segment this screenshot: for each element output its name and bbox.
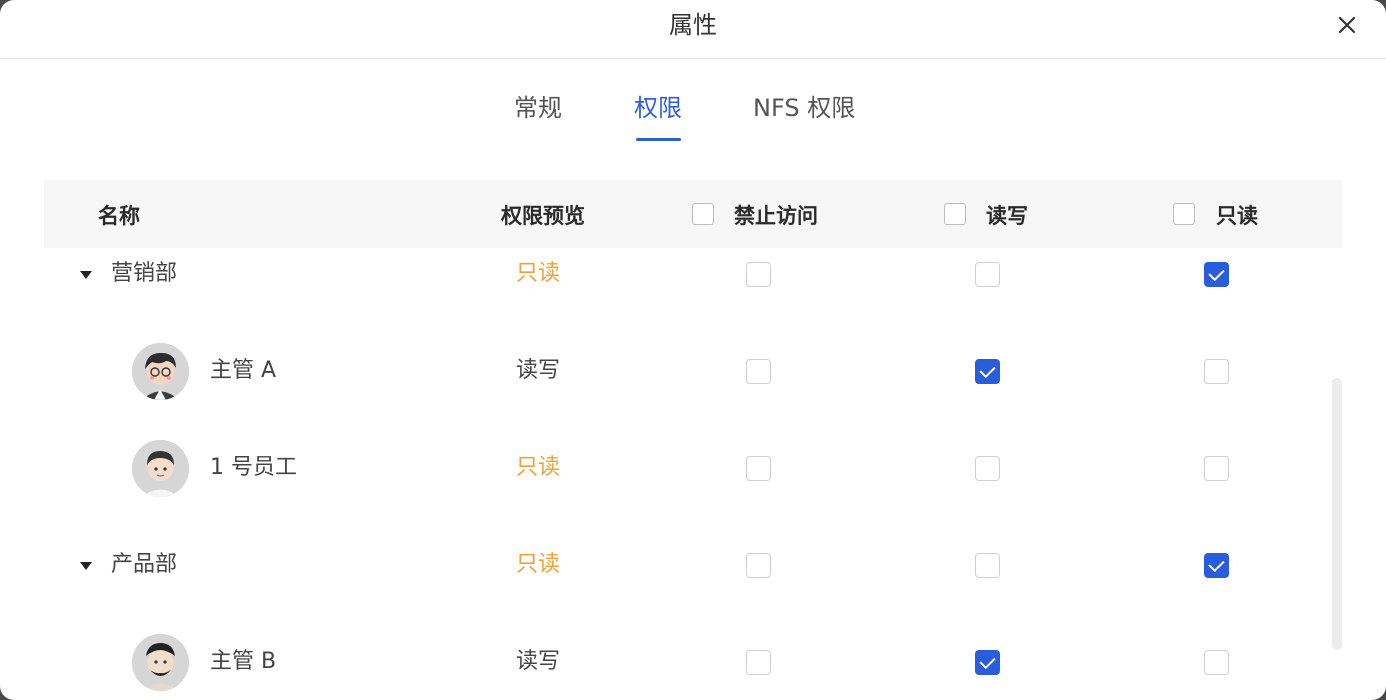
active-tab-indicator bbox=[636, 138, 681, 141]
table-row: 营销部 只读 bbox=[0, 244, 1330, 304]
readwrite-checkbox[interactable] bbox=[975, 553, 1000, 578]
table-row: 产品部 只读 bbox=[0, 535, 1330, 595]
group-name: 产品部 bbox=[111, 552, 178, 577]
permission-preview: 只读 bbox=[516, 261, 561, 286]
deny-checkbox[interactable] bbox=[746, 553, 771, 578]
header-preview: 权限预览 bbox=[501, 204, 585, 228]
tab-permissions[interactable]: 权限 bbox=[634, 92, 682, 124]
expand-caret-icon[interactable] bbox=[80, 271, 92, 279]
readwrite-checkbox[interactable] bbox=[975, 650, 1000, 675]
permission-preview: 读写 bbox=[516, 649, 561, 674]
deny-checkbox[interactable] bbox=[746, 359, 771, 384]
tab-bar: 常规 权限 NFS 权限 bbox=[0, 92, 1386, 142]
avatar bbox=[132, 440, 189, 497]
expand-caret-icon[interactable] bbox=[80, 562, 92, 570]
member-name: 主管 A bbox=[210, 358, 277, 383]
header-name: 名称 bbox=[98, 204, 140, 228]
readonly-checkbox[interactable] bbox=[1204, 262, 1229, 287]
select-all-readwrite-checkbox[interactable] bbox=[944, 203, 966, 225]
readonly-checkbox[interactable] bbox=[1204, 359, 1229, 384]
select-all-readonly-checkbox[interactable] bbox=[1173, 203, 1195, 225]
header-readwrite: 读写 bbox=[986, 204, 1028, 228]
group-name: 营销部 bbox=[111, 261, 178, 286]
title-bar: 属性 bbox=[0, 0, 1386, 59]
deny-checkbox[interactable] bbox=[746, 650, 771, 675]
avatar bbox=[132, 343, 189, 400]
permission-preview: 只读 bbox=[516, 455, 561, 480]
readonly-checkbox[interactable] bbox=[1204, 650, 1229, 675]
table-row: 1 号员工 只读 bbox=[0, 438, 1330, 498]
readonly-checkbox[interactable] bbox=[1204, 456, 1229, 481]
deny-checkbox[interactable] bbox=[746, 262, 771, 287]
vertical-scrollbar[interactable] bbox=[1332, 378, 1342, 650]
header-readonly: 只读 bbox=[1216, 204, 1258, 228]
table-row: 主管 A 读写 bbox=[0, 341, 1330, 401]
readwrite-checkbox[interactable] bbox=[975, 359, 1000, 384]
dialog-title: 属性 bbox=[669, 11, 717, 39]
select-all-deny-checkbox[interactable] bbox=[692, 203, 714, 225]
table-row: 主管 B 读写 bbox=[0, 632, 1330, 692]
header-deny: 禁止访问 bbox=[734, 204, 818, 228]
permission-preview: 读写 bbox=[516, 358, 561, 383]
avatar bbox=[132, 634, 189, 691]
deny-checkbox[interactable] bbox=[746, 456, 771, 481]
table-header: 名称 权限预览 禁止访问 读写 只读 bbox=[44, 180, 1342, 248]
readonly-checkbox[interactable] bbox=[1204, 553, 1229, 578]
permission-preview: 只读 bbox=[516, 552, 561, 577]
member-name: 1 号员工 bbox=[210, 455, 297, 480]
properties-dialog: 属性 常规 权限 NFS 权限 名称 权限预览 禁止访问 读写 只读 营销部 只… bbox=[0, 0, 1386, 700]
readwrite-checkbox[interactable] bbox=[975, 456, 1000, 481]
tab-nfs-permissions[interactable]: NFS 权限 bbox=[753, 92, 855, 124]
member-name: 主管 B bbox=[210, 649, 277, 674]
close-icon[interactable] bbox=[1335, 13, 1359, 37]
tab-general[interactable]: 常规 bbox=[514, 92, 562, 124]
readwrite-checkbox[interactable] bbox=[975, 262, 1000, 287]
